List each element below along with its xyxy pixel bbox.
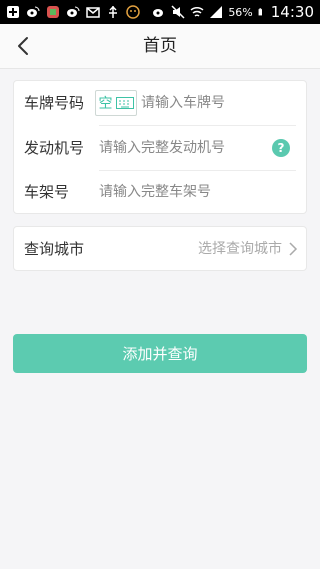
battery-icon [258, 8, 262, 16]
navigation-bar: 首页 [0, 24, 320, 69]
status-bar-left [6, 0, 140, 24]
mute-icon [171, 5, 185, 19]
status-bar: 56% 14:30 [0, 0, 320, 24]
city-selector[interactable]: 查询城市 选择查询城市 [13, 226, 307, 271]
help-icon[interactable]: ? [272, 139, 290, 157]
status-bar-right: 56% 14:30 [152, 0, 314, 24]
app-icon [47, 6, 59, 18]
clock: 14:30 [270, 3, 314, 21]
plate-label: 车牌号码 [24, 94, 85, 112]
engine-number-input[interactable] [99, 126, 269, 170]
add-icon [7, 6, 19, 18]
keyboard-toggle-button[interactable]: 空 [95, 90, 137, 116]
city-value: 选择查询城市 [198, 241, 282, 257]
keyboard-toggle-text: 空 [98, 96, 113, 112]
add-and-query-button[interactable]: 添加并查询 [13, 334, 307, 373]
vehicle-info-card: 车牌号码 空 发动机号 ? 车架号 [13, 80, 307, 214]
vin-input[interactable] [99, 170, 269, 214]
mail-icon [86, 7, 100, 18]
plate-row: 车牌号码 空 [14, 81, 306, 125]
vin-label: 车架号 [24, 183, 70, 201]
vin-row: 车架号 [14, 170, 306, 214]
engine-label: 发动机号 [24, 139, 85, 157]
city-label: 查询城市 [24, 240, 85, 258]
plate-input[interactable] [141, 81, 291, 125]
keyboard-icon [115, 97, 134, 109]
wifi-icon [190, 6, 204, 17]
weibo-icon [153, 9, 164, 17]
usb-icon [109, 5, 117, 18]
signal-icon [210, 6, 223, 18]
battery-percent: 56% [228, 5, 253, 19]
weibo-icon [67, 6, 80, 17]
emoji-icon [126, 5, 140, 19]
weibo-icon [27, 6, 40, 17]
engine-row: 发动机号 ? [14, 126, 306, 170]
page-title: 首页 [143, 36, 177, 56]
chevron-right-icon [289, 242, 298, 256]
